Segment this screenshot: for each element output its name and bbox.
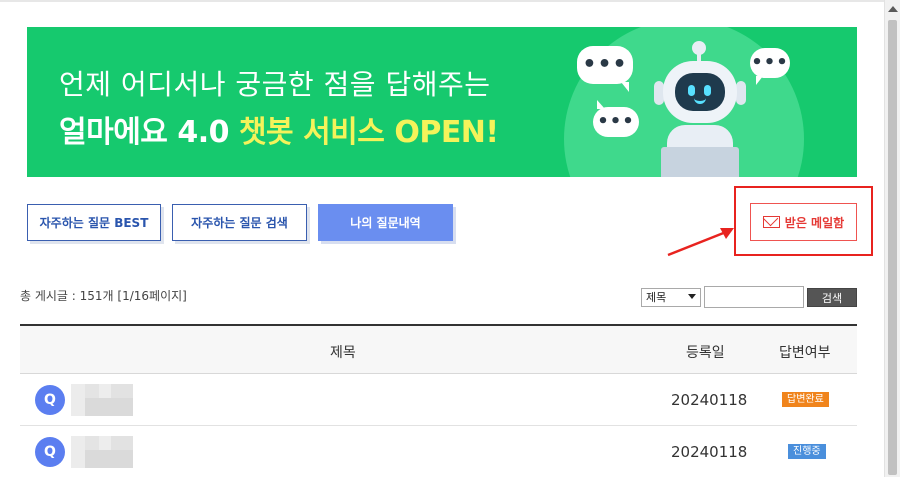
tab-faq-best[interactable]: 자주하는 질문 BEST bbox=[27, 204, 161, 241]
column-header-title: 제목 bbox=[330, 345, 356, 361]
vertical-scrollbar[interactable] bbox=[884, 0, 900, 477]
table-header: 제목 등록일 답변여부 bbox=[20, 324, 857, 374]
banner-service-open: 챗봇 서비스 OPEN! bbox=[238, 115, 499, 150]
laptop-icon bbox=[661, 147, 739, 177]
search-input[interactable] bbox=[704, 286, 804, 308]
tab-faq-search[interactable]: 자주하는 질문 검색 bbox=[172, 204, 307, 241]
column-header-date: 등록일 bbox=[686, 345, 725, 361]
inbox-button[interactable]: 받은 메일함 bbox=[750, 203, 857, 241]
banner-product-name: 얼마에요 4.0 bbox=[59, 115, 239, 150]
chatbot-promo-banner[interactable]: 언제 어디서나 궁금한 점을 답해주는 얼마에요 4.0 챗봇 서비스 OPEN… bbox=[27, 27, 857, 177]
tab-my-questions[interactable]: 나의 질문내역 bbox=[318, 204, 453, 241]
row-date: 20240118 bbox=[671, 443, 748, 461]
search-button[interactable]: 검색 bbox=[807, 288, 857, 307]
status-badge: 답변완료 bbox=[782, 392, 829, 407]
chatbot-robot-icon bbox=[645, 41, 755, 177]
post-count-summary: 총 게시글 : 151개 [1/16페이지] bbox=[20, 289, 187, 303]
speech-bubble-icon: ••• bbox=[593, 100, 639, 137]
redacted-question-title[interactable] bbox=[71, 384, 133, 416]
status-badge: 진행중 bbox=[788, 444, 826, 459]
table-row[interactable]: Q 20240118 진행중 bbox=[20, 426, 857, 477]
row-date: 20240118 bbox=[671, 391, 748, 409]
envelope-icon bbox=[762, 216, 780, 228]
scroll-thumb[interactable] bbox=[888, 20, 897, 475]
banner-subheadline: 얼마에요 4.0 챗봇 서비스 OPEN! bbox=[59, 107, 499, 151]
column-header-answer: 답변여부 bbox=[779, 345, 831, 361]
speech-bubble-icon: ••• bbox=[750, 48, 790, 85]
inbox-button-label: 받은 메일함 bbox=[784, 215, 845, 230]
banner-headline: 언제 어디서나 궁금한 점을 답해주는 bbox=[59, 68, 491, 101]
pointer-arrow-icon bbox=[667, 228, 734, 257]
scroll-up-arrow-icon[interactable] bbox=[888, 6, 898, 12]
search-field-value: 제목 bbox=[646, 291, 667, 304]
top-border bbox=[0, 0, 884, 2]
question-q-icon: Q bbox=[35, 437, 65, 467]
question-table: 제목 등록일 답변여부 Q 20240118 답변완료 Q 20240118 진… bbox=[20, 324, 857, 477]
table-row[interactable]: Q 20240118 답변완료 bbox=[20, 374, 857, 426]
question-q-icon: Q bbox=[35, 385, 65, 415]
speech-bubble-icon: ••• bbox=[577, 46, 633, 92]
redacted-question-title[interactable] bbox=[71, 436, 133, 468]
search-field-select[interactable]: 제목 bbox=[641, 288, 701, 307]
chevron-down-icon bbox=[688, 294, 696, 299]
